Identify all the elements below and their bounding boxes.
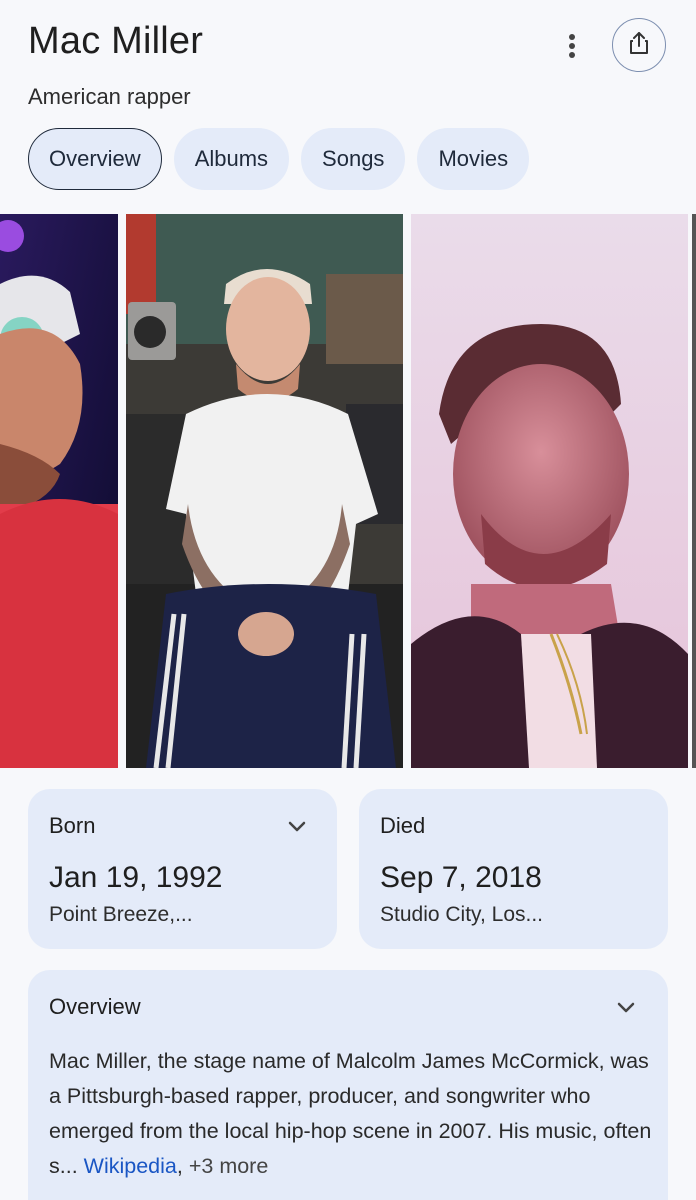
wikipedia-link[interactable]: Wikipedia <box>84 1154 177 1178</box>
entity-tabs: Overview Albums Songs Movies <box>28 128 530 190</box>
image-gallery[interactable] <box>0 214 696 768</box>
share-button[interactable] <box>612 18 666 72</box>
share-icon <box>627 30 651 61</box>
page-title: Mac Miller <box>28 20 204 62</box>
chevron-down-icon[interactable] <box>284 814 310 840</box>
overview-label: Overview <box>49 994 141 1019</box>
tab-albums[interactable]: Albums <box>173 128 290 190</box>
died-card[interactable]: Died Sep 7, 2018 Studio City, Los... <box>359 789 668 949</box>
born-date: Jan 19, 1992 <box>49 861 223 894</box>
knowledge-panel-header: Mac Miller American rapper Overview Albu… <box>0 0 696 210</box>
tab-movies[interactable]: Movies <box>417 128 530 190</box>
more-sources-link[interactable]: +3 more <box>189 1154 268 1178</box>
overview-separator: , <box>176 1154 183 1178</box>
tab-songs[interactable]: Songs <box>301 128 406 190</box>
died-label: Died <box>380 813 426 838</box>
gallery-image-2[interactable] <box>126 214 403 768</box>
overview-description: Mac Miller, the stage name of Malcolm Ja… <box>49 1044 653 1184</box>
tab-overview[interactable]: Overview <box>28 128 162 190</box>
born-card[interactable]: Born Jan 19, 1992 Point Breeze,... <box>28 789 337 949</box>
died-place: Studio City, Los... <box>380 903 544 926</box>
gallery-image-3[interactable] <box>411 214 688 768</box>
gallery-image-1[interactable] <box>0 214 118 768</box>
died-date: Sep 7, 2018 <box>380 861 542 894</box>
more-vert-icon <box>568 33 576 64</box>
more-options-button[interactable] <box>556 30 588 66</box>
entity-subtitle: American rapper <box>28 84 191 109</box>
chevron-down-icon[interactable] <box>613 995 639 1021</box>
born-label: Born <box>49 813 96 838</box>
gallery-image-4-edge[interactable] <box>692 214 696 768</box>
born-place: Point Breeze,... <box>49 903 193 926</box>
overview-card[interactable]: Overview Mac Miller, the stage name of M… <box>28 970 668 1200</box>
